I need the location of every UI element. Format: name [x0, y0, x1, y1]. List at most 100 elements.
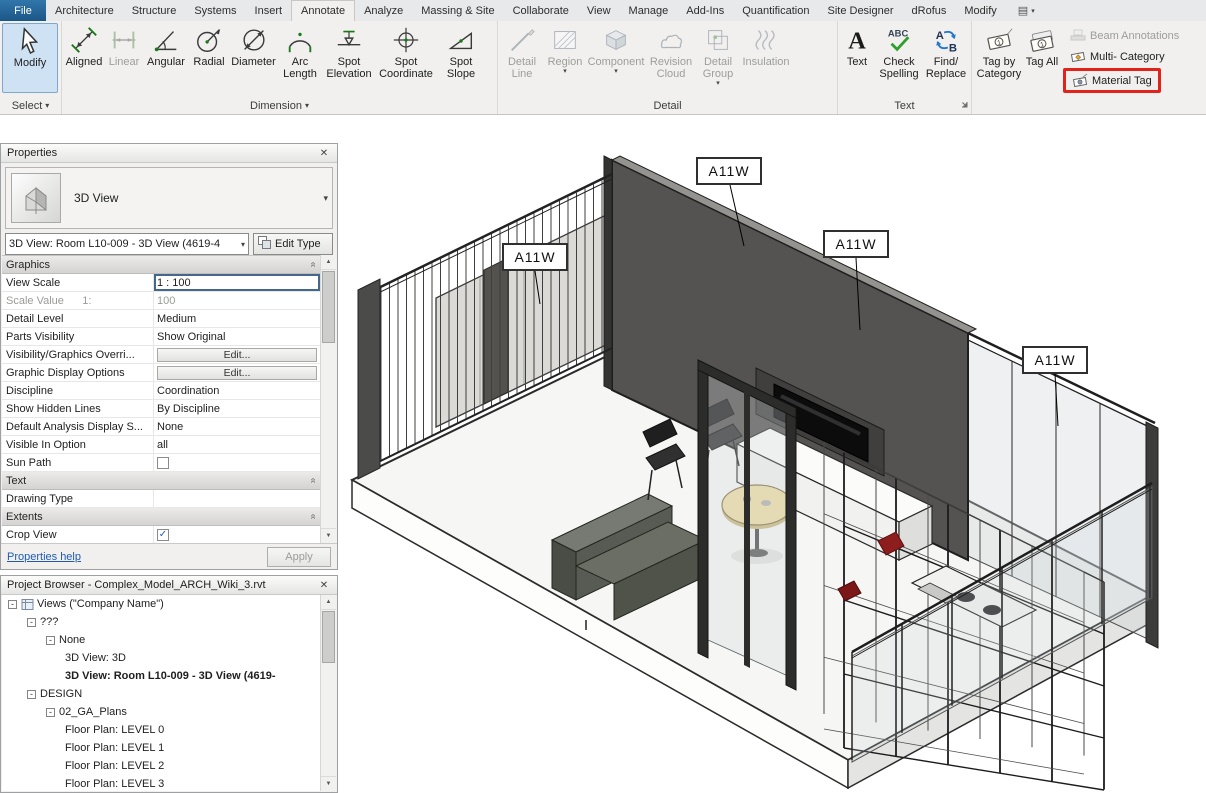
dialog-launcher-icon[interactable]: [959, 99, 968, 111]
scroll-down-icon[interactable]: ▼: [321, 528, 336, 543]
property-value[interactable]: Edit...: [154, 346, 320, 363]
tree-node[interactable]: Floor Plan: LEVEL 2: [2, 757, 320, 775]
tree-expander-icon[interactable]: -: [46, 708, 55, 717]
tab-insert[interactable]: Insert: [246, 0, 292, 21]
property-value[interactable]: By Discipline: [154, 400, 320, 417]
detail-group-button[interactable]: Detail Group ▾: [696, 23, 740, 95]
filled-region-button[interactable]: Region ▾: [544, 23, 586, 95]
tab-quantification[interactable]: Quantification: [733, 0, 818, 21]
detail-component-button[interactable]: Component ▾: [586, 23, 646, 95]
close-icon[interactable]: ✕: [317, 148, 331, 159]
instance-selector[interactable]: 3D View: Room L10-009 - 3D View (4619-4 …: [5, 233, 249, 255]
radial-dimension-button[interactable]: Radial: [188, 23, 230, 95]
checkbox[interactable]: [157, 457, 169, 469]
wall-tag[interactable]: A11W: [502, 243, 568, 271]
dimension-panel-menu[interactable]: Dimension▾: [62, 97, 497, 114]
property-value[interactable]: Coordination: [154, 382, 320, 399]
property-value[interactable]: Medium: [154, 310, 320, 327]
check-spelling-button[interactable]: ABC Check Spelling: [874, 23, 924, 95]
property-value[interactable]: [154, 490, 320, 507]
scroll-up-icon[interactable]: ▲: [321, 595, 336, 610]
material-tag-button[interactable]: Material Tag: [1068, 71, 1156, 90]
properties-scrollbar[interactable]: ▲ ▼: [320, 255, 336, 543]
tab-site-designer[interactable]: Site Designer: [818, 0, 902, 21]
tab-manage[interactable]: Manage: [620, 0, 678, 21]
tab-massing-site[interactable]: Massing & Site: [412, 0, 503, 21]
tab-systems[interactable]: Systems: [185, 0, 245, 21]
checkbox[interactable]: ✓: [157, 529, 169, 541]
section-header-graphics[interactable]: Graphics»: [2, 256, 320, 274]
property-value[interactable]: ✓: [154, 526, 320, 543]
linear-dimension-button[interactable]: Linear: [104, 23, 144, 95]
chevron-down-icon[interactable]: ▾: [323, 168, 328, 228]
wall-tag[interactable]: A11W: [1022, 346, 1088, 374]
property-value[interactable]: Show Original: [154, 328, 320, 345]
property-value[interactable]: [154, 454, 320, 471]
tree-node[interactable]: -None: [2, 631, 320, 649]
scroll-up-icon[interactable]: ▲: [321, 255, 336, 270]
scroll-down-icon[interactable]: ▼: [321, 776, 336, 791]
spot-coordinate-button[interactable]: Spot Coordinate: [375, 23, 437, 95]
tree-expander-icon[interactable]: -: [46, 636, 55, 645]
browser-scrollbar[interactable]: ▲ ▼: [320, 595, 336, 791]
beam-annotations-button[interactable]: Beam Annotations: [1066, 26, 1183, 45]
close-icon[interactable]: ✕: [317, 580, 331, 591]
scroll-thumb[interactable]: [322, 611, 335, 663]
tree-node[interactable]: 3D View: 3D: [2, 649, 320, 667]
tab-modify[interactable]: Modify: [955, 0, 1005, 21]
file-tab[interactable]: File: [0, 0, 46, 21]
angular-dimension-button[interactable]: Angular: [144, 23, 188, 95]
tab-architecture[interactable]: Architecture: [46, 0, 123, 21]
apply-button[interactable]: Apply: [267, 547, 331, 567]
tab-analyze[interactable]: Analyze: [355, 0, 412, 21]
3d-room-view[interactable]: [344, 115, 1206, 793]
tree-expander-icon[interactable]: -: [27, 618, 36, 627]
tree-node[interactable]: 3D View: Room L10-009 - 3D View (4619-: [2, 667, 320, 685]
multi-category-tag-button[interactable]: Multi- Category: [1066, 47, 1183, 66]
text-button[interactable]: A Text: [840, 23, 874, 95]
tree-node[interactable]: Floor Plan: LEVEL 0: [2, 721, 320, 739]
aligned-dimension-button[interactable]: Aligned: [64, 23, 104, 95]
diameter-dimension-button[interactable]: Diameter: [230, 23, 277, 95]
edit-button[interactable]: Edit...: [157, 366, 317, 380]
type-selector[interactable]: 3D View ▾: [5, 167, 333, 229]
tree-node[interactable]: -???: [2, 613, 320, 631]
select-panel-menu[interactable]: Select▾: [0, 97, 61, 114]
property-value[interactable]: None: [154, 418, 320, 435]
tree-node[interactable]: -02_GA_Plans: [2, 703, 320, 721]
arc-length-dimension-button[interactable]: Arc Length: [277, 23, 323, 95]
tree-node[interactable]: Floor Plan: LEVEL 3: [2, 775, 320, 791]
properties-help-link[interactable]: Properties help: [7, 551, 81, 563]
scroll-thumb[interactable]: [322, 271, 335, 343]
find-replace-button[interactable]: AB Find/ Replace: [924, 23, 968, 95]
section-header-text[interactable]: Text»: [2, 472, 320, 490]
spot-slope-button[interactable]: Spot Slope: [437, 23, 485, 95]
drawing-area[interactable]: A11W A11W A11W A11W: [344, 115, 1206, 793]
tab-drofus[interactable]: dRofus: [903, 0, 956, 21]
insulation-button[interactable]: Insulation: [740, 23, 792, 95]
wall-tag[interactable]: A11W: [823, 230, 889, 258]
tree-node[interactable]: Floor Plan: LEVEL 1: [2, 739, 320, 757]
property-value[interactable]: Edit...: [154, 364, 320, 381]
revision-cloud-button[interactable]: Revision Cloud: [646, 23, 696, 95]
property-value[interactable]: 100: [154, 292, 320, 309]
spot-elevation-button[interactable]: Spot Elevation: [323, 23, 375, 95]
tab-add-ins[interactable]: Add-Ins: [677, 0, 733, 21]
tag-by-category-button[interactable]: 1 Tag by Category: [974, 23, 1024, 95]
edit-button[interactable]: Edit...: [157, 348, 317, 362]
tag-all-button[interactable]: 1 Tag All: [1024, 23, 1060, 95]
modify-button[interactable]: Modify: [2, 23, 58, 93]
tab-structure[interactable]: Structure: [123, 0, 186, 21]
tab-annotate[interactable]: Annotate: [291, 0, 355, 21]
tree-node[interactable]: -DESIGN: [2, 685, 320, 703]
detail-line-button[interactable]: Detail Line: [500, 23, 544, 95]
tree-expander-icon[interactable]: -: [8, 600, 17, 609]
property-value[interactable]: 1 : 100: [154, 274, 320, 291]
edit-type-button[interactable]: Edit Type: [253, 233, 333, 255]
tree-expander-icon[interactable]: -: [27, 690, 36, 699]
ribbon-display-toggle[interactable]: ▤ ▾: [1012, 0, 1041, 21]
tab-view[interactable]: View: [578, 0, 620, 21]
tab-collaborate[interactable]: Collaborate: [504, 0, 578, 21]
wall-tag[interactable]: A11W: [696, 157, 762, 185]
property-value[interactable]: all: [154, 436, 320, 453]
